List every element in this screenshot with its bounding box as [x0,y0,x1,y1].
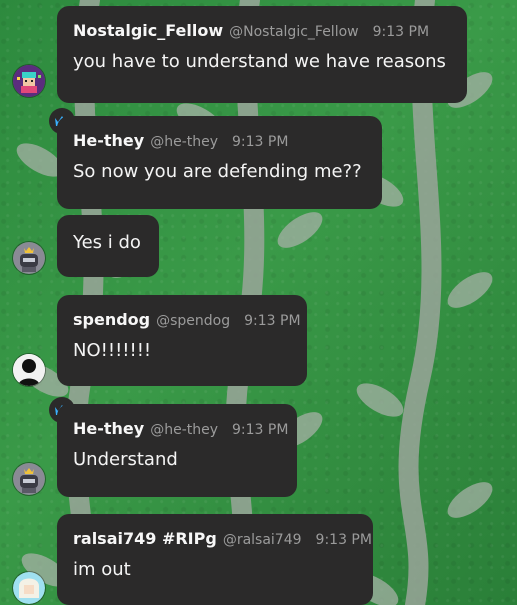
username[interactable]: ralsai749 #RIPg [73,529,217,548]
message-text: So now you are defending me?? [73,161,362,182]
user-handle: @he-they [150,422,219,438]
username[interactable]: spendog [73,310,150,329]
message-header: ralsai749 #RIPg @ralsai749 9:13 PM [73,528,372,550]
message-bubble: Yes i do [57,215,159,277]
message-bubble: Nostalgic_Fellow @Nostalgic_Fellow 9:13 PM… [57,6,467,103]
message-bubble: He-they @he-they 9:13 PM So now you are de… [57,116,382,209]
message-header: He-they @he-they 9:13 PM [73,130,366,152]
message-text: NO!!!!!!! [73,340,152,361]
message-text: you have to understand we have reasons [73,51,446,72]
timestamp: 9:13 PM [232,422,289,438]
message-text: Understand [73,449,178,470]
user-handle: @he-they [150,134,219,150]
username[interactable]: Nostalgic_Fellow [73,21,223,40]
timestamp: 9:13 PM [244,313,301,329]
message-bubble: He-they @he-they 9:13 PM Understand [57,404,297,497]
robot-crown-avatar-icon[interactable] [13,463,45,495]
anime-character-avatar-icon[interactable] [13,572,45,604]
message-text: Yes i do [73,232,141,253]
timestamp: 9:13 PM [372,24,430,40]
user-handle: @Nostalgic_Fellow [229,24,359,40]
message-bubble: spendog @spendog 9:13 PM NO!!!!!!! [57,295,307,386]
message-bubble: ralsai749 #RIPg @ralsai749 9:13 PM im out [57,514,373,605]
message-header: He-they @he-they 9:13 PM [73,418,288,440]
timestamp: 9:13 PM [232,134,289,150]
timestamp: 9:13 PM [315,532,372,548]
robot-crown-avatar-icon[interactable] [13,242,45,274]
silhouette-avatar-icon[interactable] [13,354,45,386]
message-header: spendog @spendog 9:13 PM [73,309,301,331]
message-header: Nostalgic_Fellow @Nostalgic_Fellow 9:13 PM [73,20,451,42]
user-handle: @spendog [156,313,231,329]
pixel-character-avatar-icon[interactable] [13,65,45,97]
username[interactable]: He-they [73,419,144,438]
username[interactable]: He-they [73,131,144,150]
user-handle: @ralsai749 [222,532,302,548]
message-text: im out [73,559,131,580]
